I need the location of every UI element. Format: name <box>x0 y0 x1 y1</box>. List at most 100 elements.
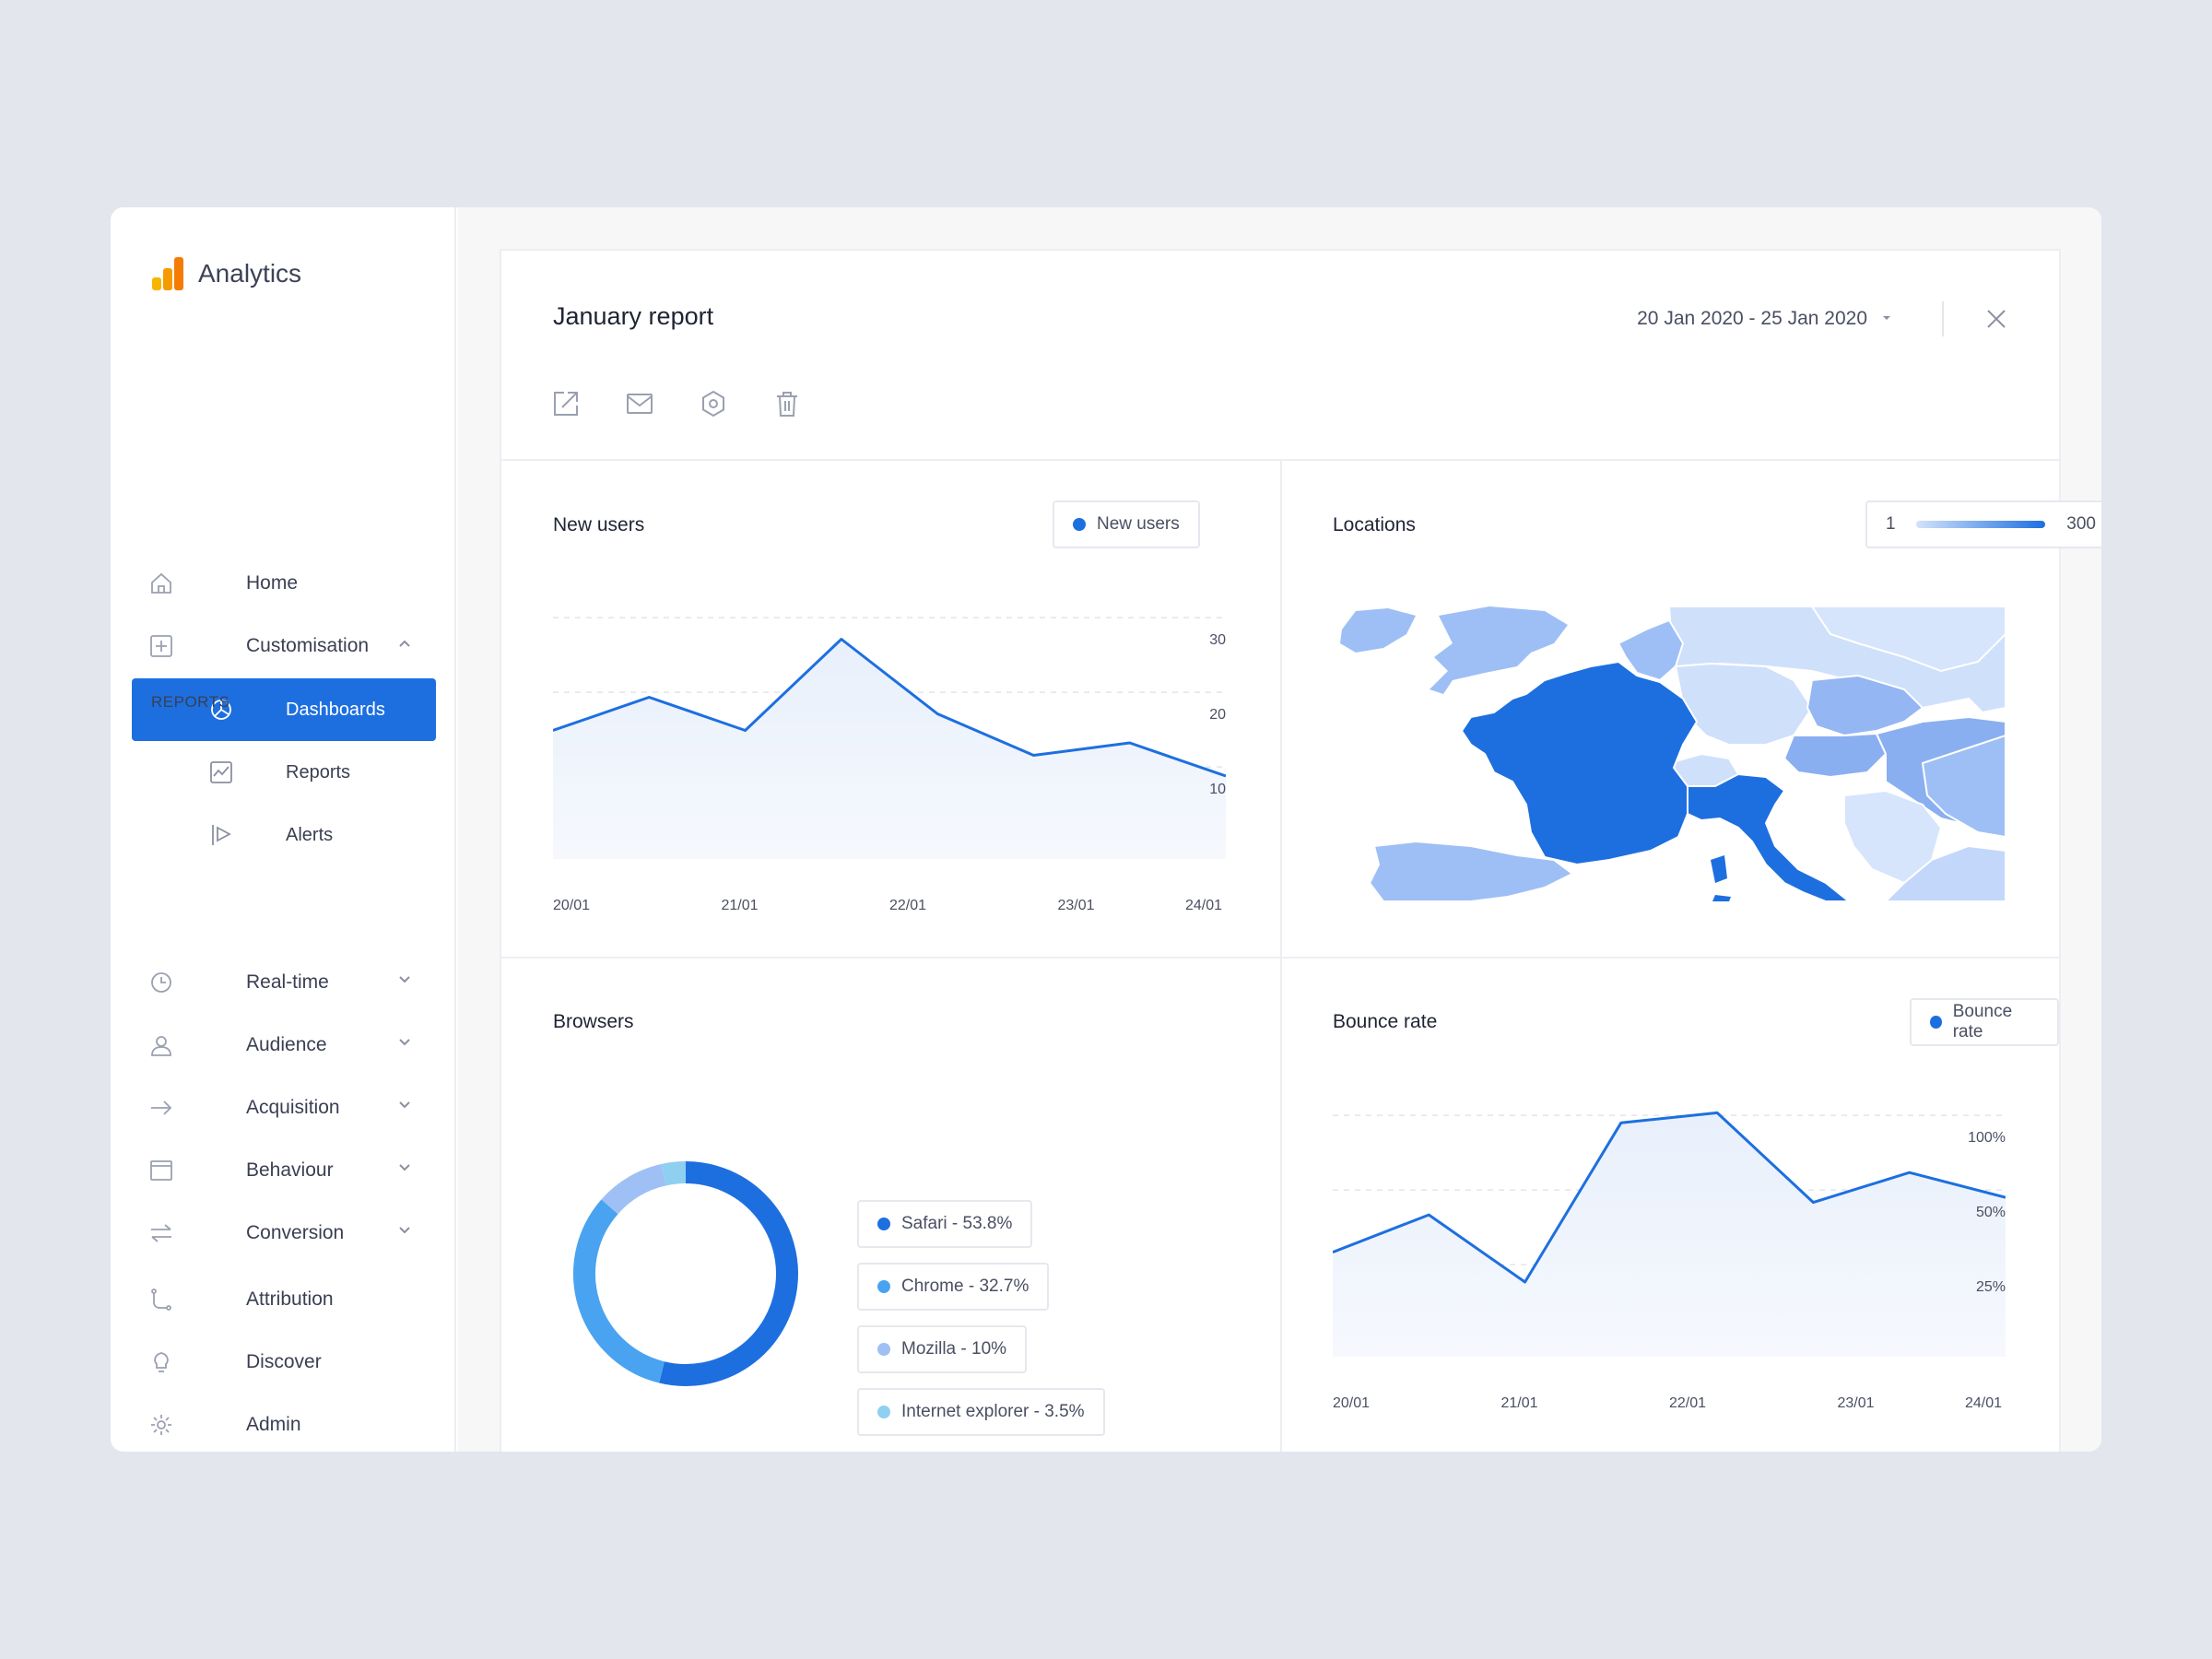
x-tick-label: 23/01 <box>1057 898 1095 913</box>
nav-home[interactable]: Home <box>147 556 424 611</box>
nav-reports[interactable]: Reports <box>132 741 436 804</box>
nav-alerts[interactable]: Alerts <box>132 804 436 866</box>
caret-down-icon <box>1880 308 1893 330</box>
locations-scale-legend: 1 300 <box>1865 500 2101 548</box>
y-tick-label: 10 <box>1209 782 1226 798</box>
browser-window-icon <box>147 1157 175 1184</box>
bounce-rate-title: Bounce rate <box>1333 1011 1438 1032</box>
europe-map[interactable] <box>1333 606 2006 901</box>
date-range-label: 20 Jan 2020 - 25 Jan 2020 <box>1637 308 1867 329</box>
export-icon[interactable] <box>551 389 581 418</box>
nav-acquisition[interactable]: Acquisition <box>147 1080 424 1135</box>
nav-audience[interactable]: Audience <box>147 1018 424 1073</box>
clock-icon <box>147 969 175 996</box>
x-tick-label: 21/01 <box>1500 1395 1538 1411</box>
browsers-title: Browsers <box>553 1011 634 1032</box>
y-tick-label: 50% <box>1975 1205 2006 1221</box>
nav-attribution[interactable]: Attribution <box>147 1272 424 1327</box>
scale-max-label: 300 <box>2066 514 2096 534</box>
nav-attribution-label: Attribution <box>246 1288 334 1310</box>
new-users-legend[interactable]: New users <box>1053 500 1200 548</box>
nav-admin-label: Admin <box>246 1414 301 1435</box>
nav-discover-label: Discover <box>246 1351 322 1372</box>
donut-slice <box>573 1199 665 1383</box>
new-users-title: New users <box>553 514 645 535</box>
chevron-down-icon <box>396 1097 413 1119</box>
nav-discover[interactable]: Discover <box>147 1335 424 1390</box>
nav-conversion[interactable]: Conversion <box>147 1206 424 1261</box>
nav-behaviour[interactable]: Behaviour <box>147 1143 424 1198</box>
lightbulb-icon <box>147 1348 175 1376</box>
chevron-down-icon <box>396 971 413 994</box>
bounce-rate-legend-label: Bounce rate <box>1952 1002 2013 1041</box>
nav-admin[interactable]: Admin <box>147 1397 424 1452</box>
trash-icon[interactable] <box>772 389 802 418</box>
y-tick-label: 25% <box>1975 1279 2006 1296</box>
nav-real-time[interactable]: Real-time <box>147 955 424 1010</box>
nav-audience-label: Audience <box>246 1034 327 1055</box>
flag-icon <box>207 821 235 849</box>
settings-icon[interactable] <box>699 389 728 418</box>
analytics-logo-icon <box>152 257 185 290</box>
browser-legend-item[interactable]: Safari - 53.8% <box>857 1200 1033 1248</box>
browser-legend-item[interactable]: Mozilla - 10% <box>857 1325 1028 1373</box>
browser-legend-label: Safari - 53.8% <box>901 1214 1013 1233</box>
browser-legend-item[interactable]: Chrome - 32.7% <box>857 1263 1050 1311</box>
nav-real-time-label: Real-time <box>246 971 329 993</box>
area-fill <box>553 639 1226 859</box>
reports-section-label: REPORTS <box>151 693 230 711</box>
legend-dot <box>1073 518 1086 531</box>
nav-home-label: Home <box>246 572 299 594</box>
bounce-rate-chart <box>1333 1111 2006 1357</box>
nav-acquisition-label: Acquisition <box>246 1097 340 1118</box>
donut-slice <box>661 1161 687 1186</box>
chevron-down-icon <box>396 1159 413 1182</box>
logo[interactable]: Analytics <box>152 257 301 290</box>
legend-dot <box>877 1218 890 1230</box>
nav-alerts-label: Alerts <box>286 824 334 845</box>
home-icon <box>147 570 175 597</box>
x-tick-label: 24/01 <box>1185 898 1223 913</box>
report-toolbar <box>551 389 802 418</box>
chevron-down-icon <box>396 1222 413 1244</box>
swap-arrows-icon <box>147 1219 175 1247</box>
user-icon <box>147 1031 175 1059</box>
legend-dot <box>1930 1016 1942 1029</box>
browser-legend-label: Chrome - 32.7% <box>901 1277 1030 1296</box>
y-tick-label: 30 <box>1209 632 1226 649</box>
bounce-rate-legend[interactable]: Bounce rate <box>1910 998 2059 1046</box>
gear-icon <box>147 1411 175 1439</box>
new-users-chart <box>553 617 1226 859</box>
date-range-picker[interactable]: 20 Jan 2020 - 25 Jan 2020 <box>1637 308 1893 330</box>
scale-min-label: 1 <box>1886 514 1896 534</box>
report-card: January report 20 Jan 2020 - 25 Jan 2020 <box>500 249 2101 1452</box>
x-tick-label: 23/01 <box>1837 1395 1875 1411</box>
scale-gradient-bar <box>1916 521 2046 528</box>
browser-legend-item[interactable]: Internet explorer - 3.5% <box>857 1388 1105 1436</box>
app-window: Analytics Home Customisation Dashboards <box>111 207 2101 1452</box>
main-area: January report 20 Jan 2020 - 25 Jan 2020 <box>458 207 2101 1452</box>
x-tick-label: 22/01 <box>889 898 927 913</box>
x-tick-label: 24/01 <box>1965 1395 2003 1411</box>
mail-icon[interactable] <box>625 389 654 418</box>
legend-dot <box>877 1406 890 1418</box>
browser-legend-label: Mozilla - 10% <box>901 1339 1007 1359</box>
nav-customisation[interactable]: Customisation <box>147 618 424 674</box>
column-separator <box>1280 459 1282 1452</box>
sidebar: Analytics Home Customisation Dashboards <box>111 207 456 1452</box>
nav-behaviour-label: Behaviour <box>246 1159 334 1181</box>
y-tick-label: 20 <box>1209 707 1226 724</box>
locations-title: Locations <box>1333 514 1416 535</box>
plus-square-icon <box>147 632 175 660</box>
arrow-right-icon <box>147 1094 175 1122</box>
y-tick-label: 100% <box>1968 1130 2006 1147</box>
donut-slice <box>659 1161 798 1386</box>
line-chart-icon <box>207 759 235 786</box>
donut-slice <box>601 1163 667 1215</box>
legend-dot <box>877 1280 890 1293</box>
header-divider <box>1942 301 1944 336</box>
route-icon <box>147 1286 175 1313</box>
close-icon[interactable] <box>1983 306 2009 332</box>
x-tick-label: 20/01 <box>1333 1395 1371 1411</box>
area-fill <box>1333 1112 2006 1357</box>
